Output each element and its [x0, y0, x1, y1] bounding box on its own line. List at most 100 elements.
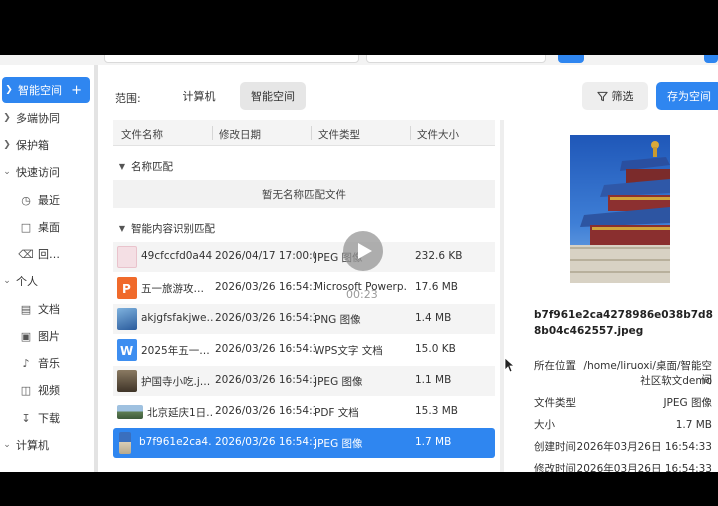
column-header-name[interactable]: 文件名称 — [121, 127, 163, 142]
sidebar-item-vault[interactable]: ❯ 保护箱 — [0, 132, 94, 158]
file-date: 2026/03/26 16:54:34 — [215, 281, 315, 293]
file-manager-window: ❯ 智能空间 + ❯ 多端协同 ❯ 保护箱 ⌄ 快速访问 ◷ 最近 □ 桌面 ⌫… — [0, 55, 718, 472]
sidebar-item-downloads[interactable]: ↧ 下载 — [0, 405, 94, 431]
file-size: 15.0 KB — [415, 343, 456, 355]
wps-doc-icon: W — [117, 339, 137, 361]
group-header-label: 名称匹配 — [131, 160, 173, 173]
file-name: 2025年五一… — [141, 345, 210, 357]
sidebar-item-label: 保护箱 — [16, 139, 49, 152]
file-name: 49cfccfd0a44… — [141, 250, 213, 262]
sidebar-item-label: 计算机 — [16, 439, 49, 452]
detail-type-value: JPEG 图像 — [663, 397, 712, 409]
scope-label: 范围: — [115, 92, 141, 105]
sidebar-item-videos[interactable]: ◫ 视频 — [0, 377, 94, 403]
table-row[interactable]: W 2025年五一… 2026/03/26 16:54:34 WPS文字 文档 … — [113, 335, 495, 365]
file-size: 15.3 MB — [415, 405, 458, 417]
sidebar-item-label: 视频 — [38, 384, 60, 397]
sidebar-item-recent[interactable]: ◷ 最近 — [0, 187, 94, 213]
file-name: 护国寺小吃.j… — [141, 376, 211, 388]
play-icon — [358, 243, 372, 259]
play-button[interactable] — [343, 231, 383, 271]
column-header-date[interactable]: 修改日期 — [219, 127, 261, 142]
file-type: WPS文字 文档 — [314, 345, 383, 357]
table-row-selected[interactable]: b7f961e2ca4… 2026/03/26 16:54:33 JPEG 图像… — [113, 428, 495, 458]
column-divider[interactable] — [311, 126, 312, 140]
file-name: 五一旅游攻… — [141, 283, 204, 295]
file-size: 1.1 MB — [415, 374, 452, 386]
sidebar-item-music[interactable]: ♪ 音乐 — [0, 350, 94, 376]
chevron-down-icon: ⌄ — [3, 167, 11, 177]
sidebar-item-label: 音乐 — [38, 357, 60, 370]
top-toolbar — [0, 55, 718, 65]
column-header-size[interactable]: 文件大小 — [417, 127, 459, 142]
sidebar-item-label: 下载 — [38, 412, 60, 425]
toolbar-button-2[interactable] — [704, 55, 718, 63]
address-field[interactable] — [104, 55, 359, 63]
file-date: 2026/03/26 16:54:34 — [215, 312, 315, 324]
detail-filename: b7f961e2ca4278986e038b7d88b04c462557.jpe… — [534, 309, 713, 337]
filter-button[interactable]: 筛选 — [582, 82, 648, 110]
detail-location-label: 所在位置 — [534, 360, 576, 372]
file-thumbnail — [117, 370, 137, 392]
sidebar-item-label: 文档 — [38, 303, 60, 316]
file-date: 2026/03/26 16:54:33 — [215, 436, 315, 448]
group-header-label: 智能内容识别匹配 — [131, 222, 215, 235]
table-row[interactable]: 护国寺小吃.j… 2026/03/26 16:54:33 JPEG 图像 1.1… — [113, 366, 495, 396]
sidebar-item-label: 多端协同 — [16, 112, 60, 125]
music-icon: ♪ — [22, 356, 30, 370]
file-thumbnail — [117, 405, 143, 419]
group-header-content-match[interactable]: ▼ 智能内容识别匹配 — [113, 216, 495, 240]
clock-icon: ◷ — [21, 193, 31, 207]
file-name: akjgfsfakjwe… — [141, 312, 213, 324]
table-row[interactable]: 49cfccfd0a44… 2026/04/17 17:00:09 JPEG 图… — [113, 242, 495, 272]
table-row[interactable]: akjgfsfakjwe… 2026/03/26 16:54:34 PNG 图像… — [113, 304, 495, 334]
detail-modified-label: 修改时间 — [534, 463, 576, 472]
sidebar-item-label: 快速访问 — [16, 166, 60, 179]
detail-size-value: 1.7 MB — [675, 419, 712, 431]
sidebar-item-desktop[interactable]: □ 桌面 — [0, 214, 94, 240]
sidebar-item-quick-access[interactable]: ⌄ 快速访问 — [0, 159, 94, 185]
detail-created-label: 创建时间 — [534, 441, 576, 453]
toolbar-button[interactable] — [558, 55, 584, 63]
file-name: b7f961e2ca4… — [139, 436, 211, 448]
file-thumbnail — [117, 246, 137, 268]
detail-location-value-cont: 社区软文demo — [640, 375, 712, 387]
column-divider[interactable] — [410, 126, 411, 140]
sidebar-item-multi-device[interactable]: ❯ 多端协同 — [0, 105, 94, 131]
file-thumbnail — [119, 432, 131, 454]
sidebar-item-smart-space[interactable]: ❯ 智能空间 + — [2, 77, 90, 103]
column-header-type[interactable]: 文件类型 — [318, 127, 360, 142]
svg-text:W: W — [120, 344, 133, 358]
group-header-name-match[interactable]: ▼ 名称匹配 — [113, 154, 495, 178]
chevron-down-icon: ⌄ — [3, 276, 11, 286]
download-icon: ↧ — [21, 411, 31, 425]
chevron-down-icon: ⌄ — [3, 440, 11, 450]
sidebar-item-personal[interactable]: ⌄ 个人 — [0, 268, 94, 294]
chevron-right-icon: ❯ — [3, 113, 11, 123]
table-scrollbar[interactable] — [500, 120, 504, 472]
scope-option-computer[interactable]: 计算机 — [172, 82, 226, 110]
save-as-space-button[interactable]: 存为空间 — [656, 82, 718, 110]
chevron-down-icon: ▼ — [118, 223, 126, 233]
sidebar-item-computer[interactable]: ⌄ 计算机 — [0, 432, 94, 458]
column-divider[interactable] — [212, 126, 213, 140]
file-type: JPEG 图像 — [314, 438, 363, 450]
sidebar-item-pictures[interactable]: ▣ 图片 — [0, 323, 94, 349]
filter-label: 筛选 — [611, 90, 634, 103]
table-header: 文件名称 修改日期 文件类型 文件大小 — [113, 120, 495, 146]
svg-text:P: P — [122, 282, 131, 296]
add-space-icon[interactable]: + — [71, 83, 82, 98]
table-row[interactable]: 北京延庆1日… 2026/03/26 16:54:33 PDF 文档 15.3 … — [113, 397, 495, 427]
filter-icon — [596, 91, 608, 101]
sidebar-item-documents[interactable]: ▤ 文档 — [0, 296, 94, 322]
search-field[interactable] — [366, 55, 546, 63]
chevron-down-icon: ▼ — [118, 161, 126, 171]
detail-modified-value: 2026年03月26日 16:54:33 — [576, 463, 712, 472]
scope-option-smart-space[interactable]: 智能空间 — [240, 82, 306, 110]
sidebar-item-label: 个人 — [16, 275, 38, 288]
table-row[interactable]: P 五一旅游攻… 2026/03/26 16:54:34 Microsoft P… — [113, 273, 495, 303]
sidebar-item-trash[interactable]: ⌫ 回… — [0, 241, 94, 267]
detail-size-label: 大小 — [534, 419, 555, 431]
sidebar: ❯ 智能空间 + ❯ 多端协同 ❯ 保护箱 ⌄ 快速访问 ◷ 最近 □ 桌面 ⌫… — [0, 65, 98, 472]
video-icon: ◫ — [20, 383, 32, 397]
